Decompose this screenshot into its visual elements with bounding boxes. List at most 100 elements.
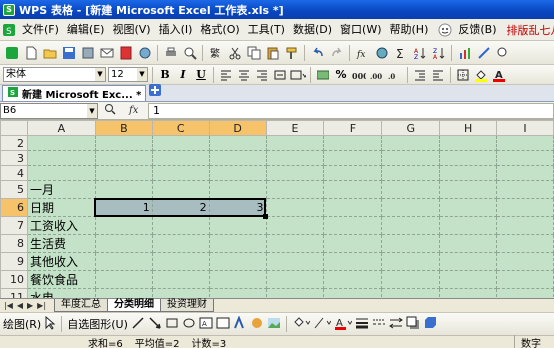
spellcheck-icon[interactable]: 繁 (207, 44, 224, 61)
undo-icon[interactable] (309, 44, 326, 61)
empty-cell[interactable] (439, 135, 498, 151)
cell-b-5[interactable] (95, 180, 153, 199)
empty-cell[interactable] (323, 180, 383, 199)
row-header[interactable]: 10 (0, 270, 28, 289)
formula-input[interactable]: 1 (148, 102, 554, 119)
line-style-icon[interactable] (355, 316, 369, 333)
dash-style-icon[interactable] (372, 316, 386, 333)
empty-cell[interactable] (381, 252, 441, 271)
empty-cell[interactable] (266, 270, 325, 289)
clipart-icon[interactable] (250, 316, 264, 333)
cell-a-5[interactable]: 一月 (27, 180, 96, 199)
empty-cell[interactable] (439, 150, 498, 166)
chart-icon[interactable] (456, 44, 473, 61)
empty-cell[interactable] (381, 150, 441, 166)
empty-cell[interactable] (266, 198, 325, 217)
cell-b-4[interactable] (95, 165, 153, 181)
italic-button[interactable]: I (175, 67, 191, 83)
sheet-tab-category-detail[interactable]: 分类明细 (107, 299, 162, 312)
empty-cell[interactable] (496, 165, 554, 181)
cell-a-9[interactable]: 其他收入 (27, 252, 96, 271)
copy-icon[interactable] (245, 44, 262, 61)
fill-color-icon[interactable] (473, 67, 489, 83)
empty-cell[interactable] (381, 135, 441, 151)
sheet-tab-investment[interactable]: 投资理财 (160, 299, 215, 312)
chevron-down-icon[interactable]: ▼ (137, 68, 147, 81)
last-sheet-icon[interactable]: ▶| (35, 301, 48, 310)
name-box[interactable]: B6 ▼ (0, 102, 98, 119)
cell-a-8[interactable]: 生活费 (27, 234, 96, 253)
arrow-tool-icon[interactable] (148, 316, 162, 333)
empty-cell[interactable] (496, 150, 554, 166)
ellipse-tool-icon[interactable] (182, 316, 196, 333)
open-folder-icon[interactable] (41, 44, 58, 61)
menu-tools[interactable]: 工具(T) (244, 20, 289, 40)
font-color-icon[interactable]: A (334, 316, 353, 333)
cell-c-8[interactable] (152, 234, 210, 253)
picture-icon[interactable] (267, 316, 281, 333)
cell-d-6[interactable]: 3 (209, 198, 267, 217)
empty-cell[interactable] (381, 180, 441, 199)
column-header-c[interactable]: C (151, 120, 210, 136)
currency-icon[interactable] (315, 67, 331, 83)
wordart-icon[interactable] (233, 314, 247, 333)
cell-c-3[interactable] (152, 150, 210, 166)
promo-link[interactable]: 排版乱七八糟，都... (507, 22, 554, 38)
document-tab[interactable]: S 新建 Microsoft Exc... * (2, 85, 147, 101)
empty-cell[interactable] (266, 150, 325, 166)
column-header-h[interactable]: H (439, 120, 498, 136)
hyperlink-icon[interactable] (373, 44, 390, 61)
column-header-i[interactable]: I (496, 120, 554, 136)
print-icon[interactable] (162, 44, 179, 61)
cell-b-3[interactable] (95, 150, 153, 166)
new-file-icon[interactable] (22, 44, 39, 61)
empty-cell[interactable] (496, 135, 554, 151)
empty-cell[interactable] (496, 288, 554, 298)
empty-cell[interactable] (266, 180, 325, 199)
row-header[interactable]: 3 (0, 150, 28, 166)
cell-c-2[interactable] (152, 135, 210, 151)
empty-cell[interactable] (496, 270, 554, 289)
empty-cell[interactable] (439, 198, 498, 217)
merge-center-icon[interactable] (272, 67, 288, 83)
new-document-icon[interactable] (148, 83, 162, 100)
rectangle-tool-icon[interactable] (165, 316, 179, 333)
empty-cell[interactable] (381, 288, 441, 298)
column-header-g[interactable]: G (381, 120, 441, 136)
empty-cell[interactable] (381, 216, 441, 235)
empty-cell[interactable] (323, 234, 383, 253)
cell-a-6[interactable]: 日期 (27, 198, 96, 217)
empty-cell[interactable] (381, 234, 441, 253)
empty-cell[interactable] (323, 150, 383, 166)
empty-cell[interactable] (266, 216, 325, 235)
cell-d-10[interactable] (209, 270, 267, 289)
empty-cell[interactable] (496, 234, 554, 253)
cell-b-10[interactable] (95, 270, 153, 289)
empty-cell[interactable] (266, 234, 325, 253)
format-painter-icon[interactable] (283, 44, 300, 61)
empty-cell[interactable] (439, 180, 498, 199)
column-header-a[interactable]: A (26, 120, 96, 136)
draw-menu-button[interactable]: 绘图(R) (3, 316, 41, 332)
cut-icon[interactable] (226, 44, 243, 61)
sheet-tab-annual-summary[interactable]: 年度汇总 (54, 299, 109, 312)
empty-cell[interactable] (323, 165, 383, 181)
cell-b-8[interactable] (95, 234, 153, 253)
menu-view[interactable]: 视图(V) (108, 20, 154, 40)
row-header[interactable]: 11 (0, 288, 28, 298)
font-size-select[interactable]: 12 ▼ (108, 67, 148, 82)
thousands-separator-icon[interactable]: 000 (351, 67, 367, 83)
borders-icon[interactable] (455, 67, 471, 83)
arrow-style-icon[interactable] (388, 316, 403, 333)
textbox-tool-icon[interactable]: A (199, 316, 213, 333)
vertical-textbox-icon[interactable] (216, 316, 230, 333)
cell-d-8[interactable] (209, 234, 267, 253)
empty-cell[interactable] (439, 165, 498, 181)
3d-style-icon[interactable] (423, 316, 437, 333)
web-icon[interactable] (136, 44, 153, 61)
select-all-corner[interactable] (0, 120, 28, 136)
row-header[interactable]: 5 (0, 180, 28, 199)
font-family-select[interactable]: 宋体 ▼ (3, 67, 106, 82)
percent-button[interactable]: % (333, 67, 349, 83)
next-sheet-icon[interactable]: ▶ (25, 301, 35, 310)
